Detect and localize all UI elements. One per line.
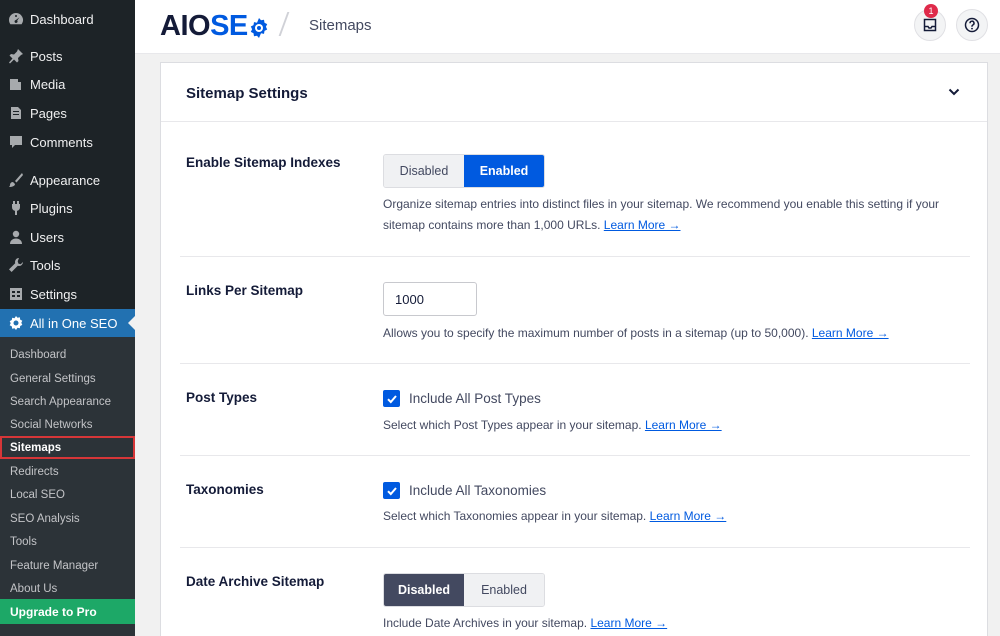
sitemap-indexes-disabled-button[interactable]: Disabled bbox=[384, 155, 464, 187]
links-per-sitemap-description: Allows you to specify the maximum number… bbox=[383, 323, 953, 344]
submenu-item-search-appearance[interactable]: Search Appearance bbox=[0, 390, 135, 413]
menu-item-pages[interactable]: Pages bbox=[0, 99, 135, 127]
date-archive-enabled-button[interactable]: Enabled bbox=[464, 574, 544, 606]
pin-icon bbox=[8, 48, 24, 64]
menu-item-media[interactable]: Media bbox=[0, 70, 135, 98]
menu-label: All in One SEO bbox=[30, 315, 118, 331]
menu-label: Dashboard bbox=[30, 11, 94, 27]
inbox-icon bbox=[923, 18, 937, 32]
aioseo-header: AIO SE Sitemaps 1 bbox=[135, 0, 1000, 54]
checkbox-checked-icon[interactable] bbox=[383, 390, 400, 407]
checkbox-label: Include All Taxonomies bbox=[409, 483, 547, 498]
divider bbox=[180, 363, 970, 364]
menu-label: Posts bbox=[30, 48, 63, 64]
submenu-item-general-settings[interactable]: General Settings bbox=[0, 367, 135, 390]
admin-sidebar: Dashboard Posts Media Pages Comments App… bbox=[0, 0, 135, 636]
menu-label: Plugins bbox=[30, 200, 73, 216]
menu-label: Pages bbox=[30, 105, 67, 121]
sitemap-indexes-description: Organize sitemap entries into distinct f… bbox=[383, 194, 953, 236]
menu-item-dashboard[interactable]: Dashboard bbox=[0, 5, 135, 33]
divider bbox=[180, 256, 970, 257]
divider bbox=[180, 455, 970, 456]
comment-icon bbox=[8, 134, 24, 150]
taxonomies-description: Select which Taxonomies appear in your s… bbox=[383, 506, 953, 527]
submenu-item-tools[interactable]: Tools bbox=[0, 530, 135, 553]
submenu-item-dashboard[interactable]: Dashboard bbox=[0, 343, 135, 366]
settings-icon bbox=[8, 286, 24, 302]
submenu-item-redirects[interactable]: Redirects bbox=[0, 460, 135, 483]
submenu-item-feature-manager[interactable]: Feature Manager bbox=[0, 554, 135, 577]
date-archive-description: Include Date Archives in your sitemap. L… bbox=[383, 613, 953, 634]
submenu-item-seo-analysis[interactable]: SEO Analysis bbox=[0, 507, 135, 530]
description-text: Select which Taxonomies appear in your s… bbox=[383, 509, 647, 523]
divider bbox=[161, 121, 987, 122]
logo-aio-text: AIO bbox=[160, 10, 211, 42]
dashboard-icon bbox=[8, 11, 24, 27]
menu-item-plugins[interactable]: Plugins bbox=[0, 194, 135, 222]
learn-more-link[interactable]: Learn More → bbox=[650, 509, 727, 523]
taxonomies-label: Taxonomies bbox=[186, 482, 264, 497]
notification-badge: 1 bbox=[924, 4, 938, 18]
sitemap-settings-card: Sitemap Settings Enable Sitemap Indexes … bbox=[160, 62, 988, 636]
post-types-label: Post Types bbox=[186, 390, 258, 405]
learn-more-link[interactable]: Learn More → bbox=[645, 418, 722, 432]
breadcrumb: Sitemaps bbox=[309, 17, 372, 34]
include-all-post-types-checkbox[interactable]: Include All Post Types bbox=[383, 390, 541, 407]
enable-sitemap-indexes-label: Enable Sitemap Indexes bbox=[186, 155, 341, 170]
sitemap-indexes-toggle: Disabled Enabled bbox=[383, 154, 545, 188]
submenu-item-about-us[interactable]: About Us bbox=[0, 577, 135, 600]
breadcrumb-separator bbox=[278, 12, 290, 36]
menu-item-posts[interactable]: Posts bbox=[0, 42, 135, 70]
links-per-sitemap-label: Links Per Sitemap bbox=[186, 283, 304, 298]
menu-label: Users bbox=[30, 229, 64, 245]
menu-item-settings[interactable]: Settings bbox=[0, 280, 135, 308]
upgrade-to-pro-link[interactable]: Upgrade to Pro bbox=[0, 599, 135, 624]
menu-label: Settings bbox=[30, 286, 77, 302]
menu-item-tools[interactable]: Tools bbox=[0, 251, 135, 279]
menu-label: Appearance bbox=[30, 172, 101, 188]
plugin-icon bbox=[8, 200, 24, 216]
menu-label: Comments bbox=[30, 134, 93, 150]
menu-item-comments[interactable]: Comments bbox=[0, 128, 135, 156]
description-text: Include Date Archives in your sitemap. bbox=[383, 616, 588, 630]
date-archive-toggle: Disabled Enabled bbox=[383, 573, 545, 607]
menu-label: Media bbox=[30, 76, 66, 92]
learn-more-link[interactable]: Learn More → bbox=[604, 218, 681, 232]
pages-icon bbox=[8, 105, 24, 121]
submenu-item-sitemaps[interactable]: Sitemaps bbox=[0, 436, 135, 459]
help-icon bbox=[964, 17, 980, 33]
aioseo-gear-icon bbox=[250, 17, 267, 38]
date-archive-disabled-button[interactable]: Disabled bbox=[384, 574, 464, 606]
links-per-sitemap-input[interactable] bbox=[383, 282, 477, 316]
chevron-down-icon[interactable] bbox=[947, 85, 961, 99]
include-all-taxonomies-checkbox[interactable]: Include All Taxonomies bbox=[383, 482, 546, 499]
post-types-description: Select which Post Types appear in your s… bbox=[383, 415, 953, 436]
sitemap-indexes-enabled-button[interactable]: Enabled bbox=[464, 155, 544, 187]
submenu-item-social-networks[interactable]: Social Networks bbox=[0, 413, 135, 436]
menu-item-users[interactable]: Users bbox=[0, 223, 135, 251]
card-title: Sitemap Settings bbox=[186, 85, 308, 102]
description-text: Allows you to specify the maximum number… bbox=[383, 326, 809, 340]
media-icon bbox=[8, 76, 24, 92]
menu-item-aioseo[interactable]: All in One SEO bbox=[0, 309, 135, 337]
aioseo-logo[interactable]: AIO SE bbox=[160, 10, 269, 43]
learn-more-link[interactable]: Learn More → bbox=[812, 326, 889, 340]
description-text: Select which Post Types appear in your s… bbox=[383, 418, 642, 432]
divider bbox=[180, 547, 970, 548]
menu-item-appearance[interactable]: Appearance bbox=[0, 166, 135, 194]
date-archive-sitemap-label: Date Archive Sitemap bbox=[186, 574, 325, 589]
checkbox-checked-icon[interactable] bbox=[383, 482, 400, 499]
checkbox-label: Include All Post Types bbox=[409, 391, 541, 406]
menu-label: Tools bbox=[30, 257, 61, 273]
user-icon bbox=[8, 229, 24, 245]
aioseo-submenu: Dashboard General Settings Search Appear… bbox=[0, 337, 135, 636]
submenu-item-local-seo[interactable]: Local SEO bbox=[0, 483, 135, 506]
help-button[interactable] bbox=[956, 9, 988, 41]
aioseo-icon bbox=[8, 315, 24, 331]
logo-seo-text: SE bbox=[210, 10, 248, 42]
wrench-icon bbox=[8, 257, 24, 273]
notifications-button[interactable]: 1 bbox=[914, 4, 946, 41]
brush-icon bbox=[8, 172, 24, 188]
learn-more-link[interactable]: Learn More → bbox=[590, 616, 667, 630]
